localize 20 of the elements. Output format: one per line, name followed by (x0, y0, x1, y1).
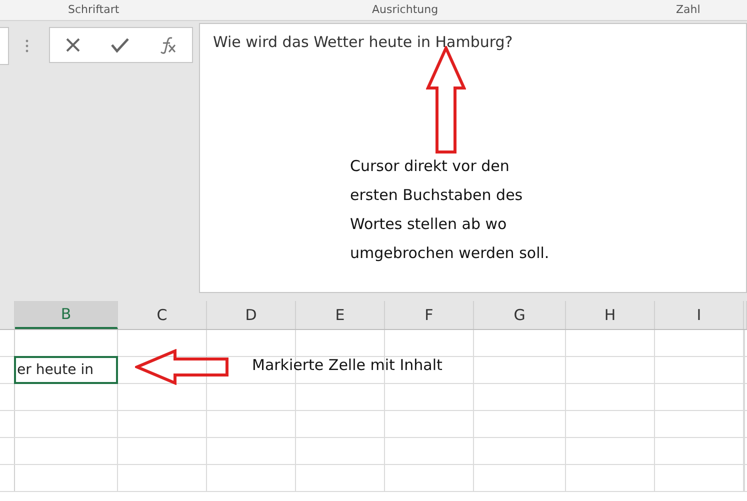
ribbon-group-label: Ausrichtung (372, 3, 438, 16)
formula-text: Wie wird das Wetter heute in Hamburg? (213, 33, 513, 51)
column-header[interactable]: H (566, 301, 655, 329)
close-icon[interactable] (65, 37, 81, 53)
column-header[interactable]: D (207, 301, 296, 329)
active-cell[interactable]: er heute in (14, 356, 118, 384)
column-header[interactable]: G (474, 301, 566, 329)
ribbon-group-label: Zahl (676, 3, 700, 16)
column-header[interactable]: I (655, 301, 744, 329)
annotation-text: Markierte Zelle mit Inhalt (252, 356, 442, 374)
ribbon-group-label: Schriftart (68, 3, 120, 16)
function-icon[interactable] (159, 36, 177, 54)
column-header[interactable]: B (15, 301, 118, 329)
column-header[interactable]: C (118, 301, 207, 329)
column-header[interactable]: F (385, 301, 474, 329)
annotation-text: Cursor direkt vor den ersten Buchstaben des Wortes stellen ab wo umgebrochen werden soll. (350, 156, 550, 264)
formula-field[interactable]: Wie wird das Wetter heute in Hamburg? Cursor direkt vor den ersten Buchstaben des Wortes stellen ab wo umgebrochen werden soll. (199, 23, 747, 293)
column-header[interactable]: E (296, 301, 385, 329)
checkmark-icon[interactable] (111, 37, 129, 53)
grip-icon (25, 39, 29, 53)
